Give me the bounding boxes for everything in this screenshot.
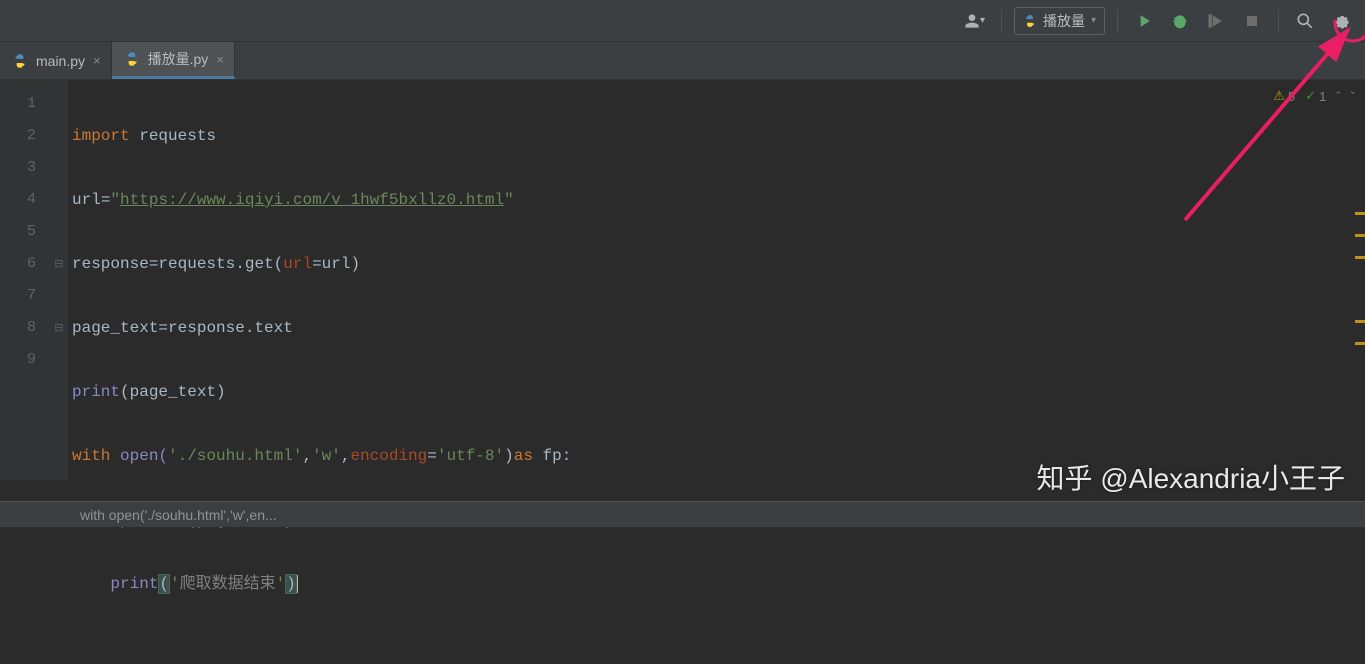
editor-tabs: main.py × 播放量.py × <box>0 42 1365 80</box>
search-button[interactable] <box>1291 7 1319 35</box>
close-icon[interactable]: × <box>216 52 224 67</box>
breadcrumb[interactable]: with open('./souhu.html','w',en... <box>80 507 277 523</box>
line-number: 8 <box>0 312 50 344</box>
user-icon[interactable]: ▾ <box>958 7 989 35</box>
tab-main-py[interactable]: main.py × <box>0 42 112 79</box>
run-button[interactable] <box>1130 7 1158 35</box>
run-configuration-selector[interactable]: 播放量 ▾ <box>1014 7 1105 35</box>
fold-toggle[interactable]: ⊟ <box>50 248 68 280</box>
warning-icon: ⚠ <box>1273 88 1285 104</box>
check-icon: ✓ <box>1305 88 1316 104</box>
error-stripe[interactable] <box>1353 160 1365 560</box>
warning-count: 5 <box>1288 89 1295 104</box>
line-number: 1 <box>0 88 50 120</box>
chevron-up-icon[interactable]: ˆ <box>1336 89 1340 104</box>
code-editor[interactable]: 1 2 3 4 5 6 7 8 9 ⊟ ⊟ import requests ur… <box>0 80 1365 480</box>
chevron-down-icon[interactable]: ˇ <box>1351 89 1355 104</box>
line-gutter: 1 2 3 4 5 6 7 8 9 <box>0 80 50 480</box>
settings-button[interactable] <box>1327 7 1355 35</box>
line-number: 2 <box>0 120 50 152</box>
check-count: 1 <box>1319 89 1326 104</box>
line-number: 9 <box>0 344 50 376</box>
toolbar-separator <box>1278 10 1279 32</box>
tab-label: 播放量.py <box>148 49 209 69</box>
debug-button[interactable] <box>1166 7 1194 35</box>
tab-bofangliang-py[interactable]: 播放量.py × <box>112 42 235 79</box>
line-number: 7 <box>0 280 50 312</box>
coverage-button[interactable] <box>1202 7 1230 35</box>
line-number: 5 <box>0 216 50 248</box>
main-toolbar: ▾ 播放量 ▾ <box>0 0 1365 42</box>
toolbar-separator <box>1001 10 1002 32</box>
python-icon <box>124 51 140 67</box>
fold-end[interactable]: ⊟ <box>50 312 68 344</box>
line-number: 6 <box>0 248 50 280</box>
code-content[interactable]: import requests url="https://www.iqiyi.c… <box>68 80 1365 480</box>
fold-column: ⊟ ⊟ <box>50 80 68 480</box>
toolbar-separator <box>1117 10 1118 32</box>
line-number: 3 <box>0 152 50 184</box>
line-number: 4 <box>0 184 50 216</box>
run-config-label: 播放量 <box>1043 11 1085 31</box>
python-icon <box>12 53 28 69</box>
close-icon[interactable]: × <box>93 53 101 68</box>
inspection-indicator[interactable]: ⚠5 ✓1 ˆ ˇ <box>1273 88 1355 104</box>
status-bar: with open('./souhu.html','w',en... <box>0 501 1365 527</box>
tab-label: main.py <box>36 53 85 69</box>
stop-button[interactable] <box>1238 7 1266 35</box>
